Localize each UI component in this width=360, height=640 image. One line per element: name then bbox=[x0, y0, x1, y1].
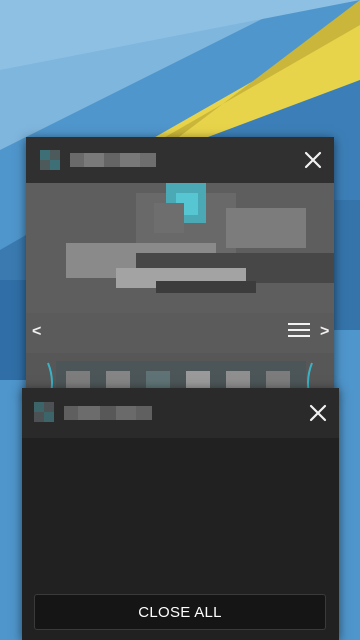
pixelated-thumbnail bbox=[26, 183, 334, 397]
close-icon bbox=[309, 404, 327, 422]
chevron-left-icon[interactable]: < bbox=[32, 323, 41, 341]
app-icon-redacted bbox=[40, 150, 60, 170]
hamburger-menu-icon[interactable] bbox=[288, 323, 310, 339]
app-thumbnail-redacted bbox=[26, 183, 334, 397]
app-title-redacted bbox=[64, 406, 152, 420]
close-card-button[interactable] bbox=[307, 402, 329, 424]
close-card-button[interactable] bbox=[302, 149, 324, 171]
card-header bbox=[22, 388, 339, 438]
close-all-button[interactable]: CLOSE ALL bbox=[34, 594, 326, 630]
card-header bbox=[26, 137, 334, 183]
app-title-redacted bbox=[70, 153, 156, 167]
app-icon-redacted bbox=[34, 402, 54, 422]
recent-app-card-1[interactable]: < > bbox=[26, 137, 334, 397]
close-icon bbox=[304, 151, 322, 169]
chevron-right-icon[interactable]: > bbox=[320, 323, 329, 341]
